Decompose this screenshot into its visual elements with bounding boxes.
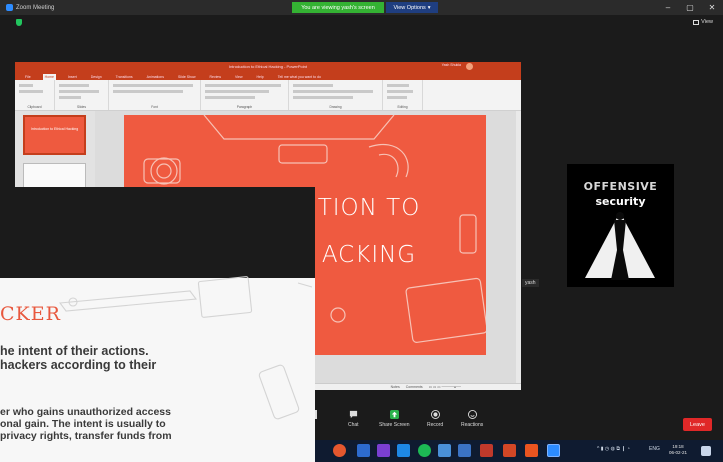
app-icon[interactable] [525, 444, 538, 457]
chevron-down-icon: ▾ [427, 4, 431, 11]
ribbon-group-label: Slides [77, 105, 86, 109]
reactions-button[interactable]: Reactions [461, 410, 483, 428]
notes-button[interactable]: Notes [391, 385, 400, 389]
ribbon-group-label: Editing [397, 105, 408, 109]
notifications-icon[interactable] [701, 446, 711, 456]
ribbon-group-label: Font [151, 105, 158, 109]
reactions-icon [467, 410, 477, 419]
leave-button[interactable]: Leave [683, 418, 712, 431]
windows-taskbar: ^ ▮ ◷ ◍ ⧉ ❙ ◔ ENG 19:18 06-02-21 [315, 440, 723, 462]
view-options-label: View Options [393, 4, 426, 11]
encryption-shield-icon[interactable] [16, 19, 22, 26]
overlay-line-4: onal gain. The intent is usually to [0, 418, 166, 430]
avatar [466, 63, 473, 70]
share-screen-button[interactable]: Share Screen [379, 410, 410, 428]
spotify-icon[interactable] [418, 444, 431, 457]
reactions-label: Reactions [461, 422, 484, 428]
chrome-icon[interactable] [333, 444, 346, 457]
participants-icon [315, 410, 324, 419]
record-button[interactable]: Record [427, 410, 443, 428]
overlay-line-3: er who gains unauthorized access [0, 406, 171, 418]
chat-button[interactable]: Chat [348, 410, 359, 428]
ribbon-group-drawing[interactable]: Drawing [289, 80, 383, 110]
vertical-scrollbar[interactable] [516, 111, 521, 383]
taskbar-clock[interactable]: 19:18 06-02-21 [669, 444, 687, 456]
ribbon-group-font[interactable]: Font [109, 80, 201, 110]
close-button[interactable]: ✕ [701, 0, 723, 15]
ribbon-group-clipboard[interactable]: Clipboard [15, 80, 55, 110]
overlay-line-1: he intent of their actions. [0, 344, 149, 358]
overlay-slide: CKER he intent of their actions. hackers… [0, 187, 315, 462]
view-button-label: View [701, 19, 713, 25]
maximize-button[interactable]: ▢ [679, 0, 701, 15]
minimize-button[interactable]: – [657, 0, 679, 15]
zoom-logo-icon [6, 4, 13, 11]
ppt-title-bar: Introduction to Ethical Hacking - PowerP… [15, 62, 521, 71]
ribbon-group-editing[interactable]: Editing [383, 80, 423, 110]
meeting-toolbar: Chat Share Screen Record Reactions [315, 410, 723, 438]
zoom-slider[interactable]: ▭ ▭ ▭ ─────●── [429, 385, 461, 389]
ribbon-group-label: Drawing [329, 105, 342, 109]
grid-view-icon [693, 19, 700, 25]
app-title: Zoom Meeting [0, 4, 54, 11]
share-screen-label: Share Screen [379, 422, 410, 428]
comments-button[interactable]: Comments [406, 385, 423, 389]
view-button[interactable]: View [693, 19, 713, 25]
view-options-button[interactable]: View Options ▾ [386, 2, 438, 13]
participant-name-label: yash [522, 279, 539, 287]
title-bar: Zoom Meeting You are viewing yash's scre… [0, 0, 723, 15]
powerpoint-icon[interactable] [503, 444, 516, 457]
ppt-user-name: Yash Shukla [441, 63, 461, 67]
overlay-paragraph-1: he intent of their actions. hackers acco… [0, 344, 315, 372]
thumbnail-title: Introduction to Ethical Hacking [30, 127, 79, 131]
language-indicator[interactable]: ENG [649, 446, 660, 452]
overlay-heading: CKER [0, 303, 61, 325]
vscode-icon[interactable] [397, 444, 410, 457]
window-title: Zoom Meeting [16, 4, 55, 11]
slide-thumbnail-1[interactable]: Introduction to Ethical Hacking [23, 115, 86, 155]
clock-date: 06-02-21 [669, 450, 688, 455]
offensive-security-logo [585, 212, 655, 280]
ppt-document-title: Introduction to Ethical Hacking - PowerP… [228, 64, 308, 69]
overlay-paragraph-2: er who gains unauthorized access onal ga… [0, 406, 315, 442]
ppt-ribbon: Clipboard Slides Font Paragraph Drawing … [15, 80, 521, 111]
window-controls: – ▢ ✕ [657, 0, 723, 15]
ribbon-group-slides[interactable]: Slides [55, 80, 109, 110]
ppt-ribbon-tabs: File Home Insert Design Transitions Anim… [15, 71, 521, 80]
ribbon-group-label: Paragraph [236, 105, 253, 109]
share-screen-icon [389, 410, 399, 419]
participants-button[interactable] [315, 410, 324, 422]
ribbon-group-label: Clipboard [27, 105, 42, 109]
word-icon[interactable] [458, 444, 471, 457]
acrobat-icon[interactable] [480, 444, 493, 457]
overlay-line-5: privacy rights, transfer funds from [0, 430, 172, 442]
record-label: Record [427, 422, 444, 428]
viewing-screen-banner: You are viewing yash's screen [292, 2, 384, 13]
mail-icon[interactable] [438, 444, 451, 457]
file-explorer-icon[interactable] [357, 444, 370, 457]
record-icon [430, 410, 440, 419]
overlay-line-2: hackers according to their [0, 358, 157, 372]
chat-icon [349, 410, 357, 419]
participant-video-tile[interactable]: OFFENSIVE security [567, 164, 674, 287]
visual-studio-icon[interactable] [377, 444, 390, 457]
chat-label: Chat [348, 422, 359, 428]
tray-icons[interactable]: ^ ▮ ◷ ◍ ⧉ ❙ ◔ [597, 446, 630, 452]
zoom-taskbar-icon[interactable] [547, 444, 560, 457]
ribbon-group-paragraph[interactable]: Paragraph [201, 80, 289, 110]
zoom-window: Zoom Meeting You are viewing yash's scre… [0, 0, 723, 462]
